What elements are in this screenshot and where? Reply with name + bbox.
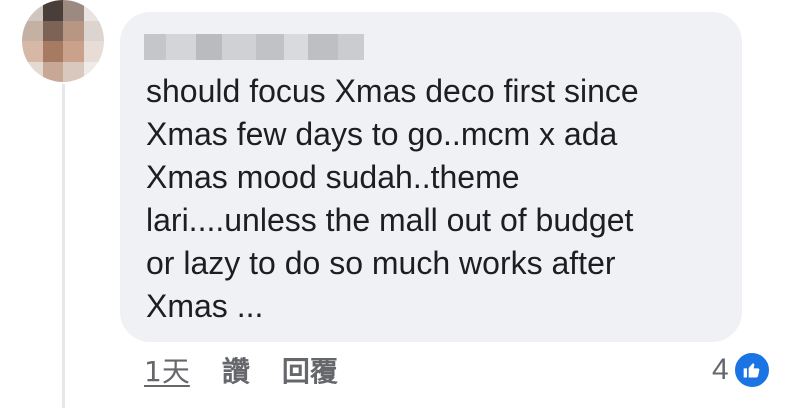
avatar[interactable] <box>22 0 104 82</box>
thumbs-up-icon <box>732 351 771 389</box>
comment-text: should focus Xmas deco first since Xmas … <box>146 73 639 324</box>
reaction-count: 4 <box>712 353 729 386</box>
thread-line <box>62 84 65 408</box>
reaction-summary[interactable]: 4 <box>712 350 771 390</box>
comment-thread: should focus Xmas deco first since Xmas … <box>0 0 800 408</box>
comment-timestamp[interactable]: 1天 <box>144 350 190 390</box>
like-button[interactable]: 讚 <box>222 350 250 390</box>
reply-button[interactable]: 回覆 <box>282 350 338 390</box>
comment-actions: 1天 讚 回覆 <box>144 350 338 390</box>
author-name-redacted[interactable] <box>144 34 364 60</box>
